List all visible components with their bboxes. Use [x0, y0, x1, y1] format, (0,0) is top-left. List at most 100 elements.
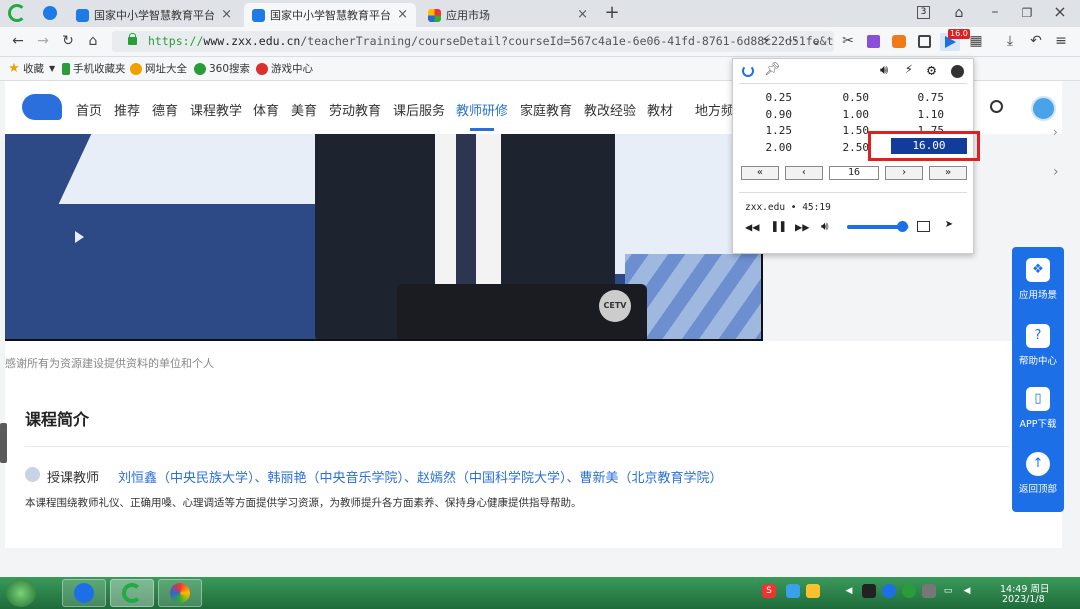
tray-nvidia-icon[interactable]	[862, 584, 876, 598]
tray-sogou-icon[interactable]	[882, 584, 896, 598]
new-tab-button[interactable]: +	[602, 3, 622, 23]
more-icon[interactable]: ⋯	[781, 31, 801, 51]
site-logo-icon[interactable]	[22, 94, 62, 120]
side-item-back-to-top[interactable]: ↑ 返回顶部	[1012, 452, 1064, 495]
tray-security-icon[interactable]	[922, 584, 936, 598]
menu-icon[interactable]: ≡	[1051, 31, 1071, 51]
undo-icon[interactable]: ↶	[1026, 31, 1046, 51]
nav-courses[interactable]: 课程教学	[190, 100, 242, 119]
current-speed-input[interactable]: 16.00	[891, 138, 967, 154]
nav-moral[interactable]: 德育	[152, 100, 178, 119]
nav-teacher-training[interactable]: 教师研修	[456, 100, 508, 119]
extension-orange-icon[interactable]	[892, 35, 906, 48]
clock-time[interactable]: 14:49 周日	[1000, 581, 1049, 595]
teacher-names[interactable]: 刘恒鑫（中央民族大学）、韩丽艳（中央音乐学院）、赵嫣然（中国科学院大学）、曹新美…	[118, 467, 723, 486]
pin-icon[interactable]: 📌︎	[764, 62, 781, 77]
flash-icon[interactable]: ⚡	[905, 62, 913, 77]
tab-app-market[interactable]: 应用市场 ×	[420, 3, 596, 27]
reload-icon[interactable]: ↻	[58, 31, 78, 51]
back-icon[interactable]: ←	[8, 31, 28, 51]
speed-option[interactable]: 1.25	[742, 124, 793, 137]
speed-option[interactable]: 1.50	[819, 124, 870, 137]
side-item-app-download[interactable]: ▯ APP下载	[1012, 387, 1064, 430]
speed-option[interactable]: 0.75	[894, 91, 945, 104]
clock-date[interactable]: 2023/1/8	[1002, 594, 1045, 605]
rewind-icon[interactable]: ◀◀	[745, 220, 759, 234]
gear-icon[interactable]: ⚙	[927, 61, 936, 79]
home-icon[interactable]: ⌂	[83, 31, 103, 51]
flash-icon[interactable]: ⚡	[756, 31, 776, 51]
bookmark-favorites[interactable]: ★ 收藏 ▼	[8, 61, 55, 76]
scrollbar-thumb[interactable]	[0, 423, 7, 463]
nav-arrow-icon[interactable]	[43, 6, 57, 20]
forward-icon[interactable]: →	[33, 31, 53, 51]
taskbar-browser[interactable]	[110, 579, 154, 607]
chevron-right-icon[interactable]: ›	[1053, 125, 1058, 139]
volume-icon[interactable]: 🔊︎	[821, 219, 829, 234]
speed-min-button[interactable]: «	[741, 166, 779, 180]
nav-arts[interactable]: 美育	[291, 100, 317, 119]
tab-zxx-2[interactable]: 国家中小学智慧教育平台 ×	[244, 3, 416, 27]
nav-recommend[interactable]: 推荐	[114, 100, 140, 119]
close-tab-icon[interactable]: ×	[397, 7, 408, 22]
video-player[interactable]: CETV	[5, 134, 763, 341]
tray-sound-icon[interactable]: ◀	[960, 584, 974, 598]
volume-icon[interactable]: 🔊︎	[880, 63, 888, 78]
search-icon[interactable]	[990, 100, 1003, 113]
start-button-icon[interactable]	[6, 579, 36, 607]
pip-icon[interactable]	[917, 221, 930, 232]
browser-logo-icon[interactable]	[8, 4, 26, 22]
close-tab-icon[interactable]: ×	[577, 7, 588, 22]
close-tab-icon[interactable]: ×	[221, 7, 232, 22]
speaker-icon[interactable]: ◀	[842, 584, 856, 598]
bookmark-games[interactable]: 游戏中心	[256, 61, 313, 76]
pause-icon[interactable]: ❚❚	[771, 219, 787, 234]
taskbar-paint[interactable]	[158, 579, 202, 607]
speed-option[interactable]: 2.00	[742, 141, 793, 154]
nav-sports[interactable]: 体育	[253, 100, 279, 119]
volume-slider[interactable]	[847, 221, 909, 232]
speed-option[interactable]: 0.25	[742, 91, 793, 104]
tray-cloud-icon[interactable]	[786, 584, 800, 598]
speed-option[interactable]: 0.90	[742, 108, 793, 121]
side-item-scenarios[interactable]: ❖ 应用场景	[1012, 258, 1064, 301]
nav-reform[interactable]: 教改经验	[584, 100, 636, 119]
tray-qq-icon[interactable]	[806, 584, 820, 598]
extension-purple-icon[interactable]	[867, 35, 880, 48]
chevron-down-icon[interactable]: ⌄	[806, 31, 826, 51]
extension-box-icon[interactable]	[918, 35, 931, 48]
chevron-right-icon[interactable]: ›	[1053, 164, 1059, 180]
speed-option[interactable]: 0.50	[819, 91, 870, 104]
restore-icon[interactable]: ❐	[1017, 3, 1037, 23]
speed-up-button[interactable]: ›	[885, 166, 923, 180]
volume-slider-knob[interactable]	[896, 221, 908, 232]
address-input[interactable]: https://www.zxx.edu.cn/teacherTraining/c…	[112, 31, 834, 52]
close-window-icon[interactable]: ×	[1050, 2, 1070, 22]
avatar[interactable]	[1031, 96, 1056, 121]
cursor-icon[interactable]: ➤	[945, 217, 953, 233]
nav-labor[interactable]: 劳动教育	[329, 100, 381, 119]
tab-count-badge[interactable]: 3	[917, 6, 930, 19]
speed-option[interactable]: 1.10	[894, 108, 945, 121]
apps-grid-icon[interactable]: ▦	[966, 31, 986, 51]
nav-family[interactable]: 家庭教育	[520, 100, 572, 119]
tab-zxx-1[interactable]: 国家中小学智慧教育平台 ×	[68, 3, 240, 27]
download-icon[interactable]: ⤓	[1000, 31, 1020, 51]
github-icon[interactable]	[951, 65, 964, 78]
tray-360-icon[interactable]	[902, 584, 916, 598]
speed-max-button[interactable]: »	[929, 166, 967, 180]
network-icon[interactable]: ▭	[941, 584, 955, 598]
scissors-icon[interactable]: ✂	[838, 31, 858, 51]
bookmark-sites[interactable]: 网址大全	[130, 61, 187, 76]
shirt-icon[interactable]: ⌂	[949, 3, 969, 23]
nav-textbooks[interactable]: 教材	[647, 100, 673, 119]
nav-home[interactable]: 首页	[76, 100, 102, 119]
fast-forward-icon[interactable]: ▶▶	[795, 220, 809, 234]
speed-step-input[interactable]: 16	[829, 166, 879, 180]
bookmark-360[interactable]: 360搜索	[194, 61, 250, 76]
nav-after-school[interactable]: 课后服务	[393, 100, 445, 119]
speed-option[interactable]: 2.50	[819, 141, 870, 154]
taskbar-sogou[interactable]	[62, 579, 106, 607]
power-icon[interactable]	[742, 65, 754, 77]
minimize-icon[interactable]: –	[985, 2, 1005, 22]
